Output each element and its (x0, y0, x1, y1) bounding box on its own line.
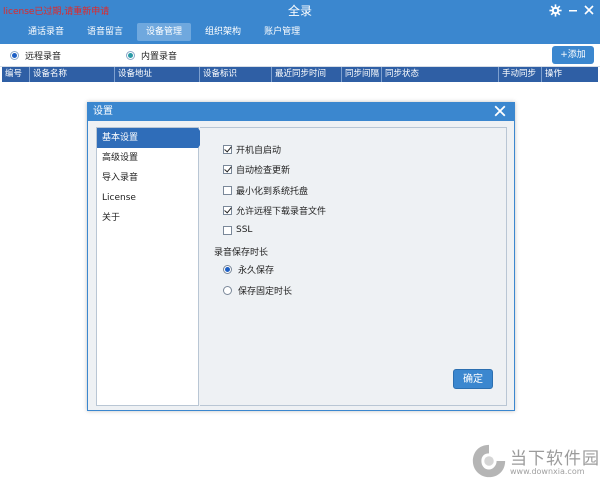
option-label: 开机自启动 (236, 146, 282, 156)
app-title: 全录 (287, 4, 312, 18)
title-bar: license已过期,请重新申请 全录 通话录音 语音留言 设备管理 组织架构 … (0, 0, 600, 44)
radio-icon[interactable] (223, 265, 232, 274)
retention-permanent-option[interactable]: 永久保存 (223, 263, 274, 276)
retention-option-label: 保存固定时长 (238, 287, 293, 297)
settings-dialog: 设置 基本设置 高级设置 导入录音 License 关于 开机自启动 自动检查更… (87, 102, 515, 411)
option-label: SSL (236, 225, 253, 235)
option-label: 最小化到系统托盘 (236, 187, 309, 197)
option-ssl[interactable]: SSL (223, 225, 252, 235)
option-autostart[interactable]: 开机自启动 (223, 143, 281, 156)
sidebar-item-license[interactable]: License (97, 188, 198, 208)
remote-recording-option[interactable]: 远程录音 (10, 49, 61, 62)
downxia-logo-icon (472, 444, 506, 478)
option-remote-download[interactable]: 允许远程下载录音文件 (223, 204, 326, 217)
builtin-recording-label: 内置录音 (141, 52, 178, 62)
retention-section-label: 录音保存时长 (214, 248, 269, 258)
column-header-device-name[interactable]: 设备名称 (30, 67, 115, 82)
column-header-sync-interval[interactable]: 同步间隔 (342, 67, 382, 82)
option-label: 自动检查更新 (236, 166, 291, 176)
sidebar-item-advanced-settings[interactable]: 高级设置 (97, 148, 198, 168)
watermark: 当下软件园 www.downxia.com (470, 440, 600, 488)
checkbox[interactable] (223, 145, 232, 154)
main-tabs: 通话录音 语音留言 设备管理 组织架构 账户管理 (0, 22, 309, 42)
tab-account-management[interactable]: 账户管理 (255, 23, 309, 41)
retention-option-label: 永久保存 (238, 266, 275, 276)
option-auto-update[interactable]: 自动检查更新 (223, 163, 290, 176)
dialog-title: 设置 (88, 103, 514, 121)
sidebar-item-import-recording[interactable]: 导入录音 (97, 168, 198, 188)
checkbox[interactable] (223, 206, 232, 215)
column-header-actions[interactable]: 操作 (542, 67, 598, 82)
tab-device-management[interactable]: 设备管理 (137, 23, 192, 41)
remote-recording-label: 远程录音 (25, 52, 62, 62)
minimize-icon[interactable] (566, 3, 580, 17)
radio-icon[interactable] (223, 286, 232, 295)
basic-settings-panel: 开机自启动 自动检查更新 最小化到系统托盘 允许远程下载录音文件 SSL 录音保… (200, 127, 507, 406)
checkbox[interactable] (223, 165, 232, 174)
ok-button[interactable]: 确定 (453, 369, 493, 389)
column-header-sync-status[interactable]: 同步状态 (382, 67, 499, 82)
builtin-recording-option[interactable]: 内置录音 (126, 49, 177, 62)
checkbox[interactable] (223, 225, 232, 235)
add-device-button[interactable]: +添加 (552, 46, 594, 64)
settings-gear-icon[interactable] (548, 3, 562, 17)
tab-voice-message[interactable]: 语音留言 (78, 23, 132, 41)
checkbox[interactable] (223, 186, 232, 195)
column-header-manual-sync[interactable]: 手动同步 (499, 67, 542, 82)
watermark-name: 当下软件园 (510, 449, 600, 469)
column-header-last-sync[interactable]: 最近同步时间 (272, 67, 342, 82)
retention-fixed-option[interactable]: 保存固定时长 (223, 284, 292, 297)
sidebar-item-basic-settings[interactable]: 基本设置 (97, 128, 205, 148)
dialog-close-icon[interactable] (494, 105, 508, 119)
radio-icon[interactable] (126, 51, 135, 60)
watermark-url: www.downxia.com (510, 467, 585, 476)
column-header-device-address[interactable]: 设备地址 (115, 67, 200, 82)
column-header-id[interactable]: 编号 (2, 67, 30, 82)
recording-mode-bar: 远程录音 内置录音 +添加 (0, 44, 600, 67)
option-minimize-to-tray[interactable]: 最小化到系统托盘 (223, 184, 308, 197)
tab-call-recording[interactable]: 通话录音 (19, 23, 73, 41)
close-icon[interactable] (582, 3, 596, 17)
sidebar-item-about[interactable]: 关于 (97, 208, 198, 228)
tab-organization[interactable]: 组织架构 (196, 23, 250, 41)
radio-icon[interactable] (10, 51, 19, 60)
device-table-header: 编号 设备名称 设备地址 设备标识 最近同步时间 同步间隔 同步状态 手动同步 … (2, 67, 598, 82)
option-label: 允许远程下载录音文件 (236, 207, 327, 217)
column-header-device-id[interactable]: 设备标识 (200, 67, 272, 82)
settings-sidebar: 基本设置 高级设置 导入录音 License 关于 (96, 127, 205, 406)
